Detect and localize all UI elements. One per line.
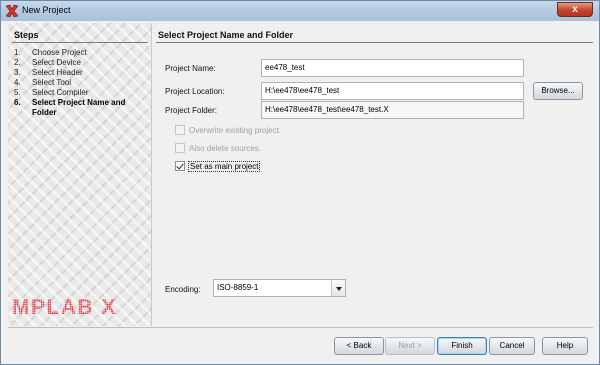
project-form-panel: Select Project Name and Folder Project N… — [153, 23, 593, 326]
step-item-current: 6. Select Project Name and Folder — [14, 98, 148, 118]
step-label: Select Project Name and Folder — [32, 98, 126, 117]
mplabx-logo: MPLAB X — [12, 296, 117, 317]
step-item: 5. Select Compiler — [14, 88, 148, 98]
step-label: Select Header — [32, 68, 83, 77]
step-label: Select Compiler — [32, 88, 89, 97]
close-icon: x — [572, 4, 578, 15]
new-project-dialog: New Project x Steps 1. Choose Project 2. S… — [0, 0, 600, 365]
chevron-down-icon[interactable] — [331, 280, 345, 296]
encoding-select[interactable]: ISO-8859-1 — [213, 279, 346, 297]
main-project-option[interactable]: Set as main project — [175, 160, 261, 172]
cancel-button[interactable]: Cancel — [489, 337, 535, 355]
panel-divider — [156, 42, 593, 43]
finish-button[interactable]: Finish — [437, 337, 487, 355]
dialog-body: Steps 1. Choose Project 2. Select Device 3… — [8, 23, 593, 359]
main-project-checkbox[interactable] — [175, 161, 185, 171]
steps-panel: Steps 1. Choose Project 2. Select Device 3… — [8, 23, 152, 326]
step-item: 3. Select Header — [14, 68, 148, 78]
netbeans-x-icon — [5, 4, 19, 18]
project-name-input[interactable]: ee478_test — [261, 59, 524, 77]
overwrite-option: Overwrite existing project. — [175, 125, 281, 135]
browse-button[interactable]: Browse... — [533, 82, 583, 100]
project-name-label: Project Name: — [165, 64, 216, 73]
steps-list: 1. Choose Project 2. Select Device 3. Selec… — [14, 48, 148, 118]
step-item: 1. Choose Project — [14, 48, 148, 58]
window-title: New Project — [22, 5, 71, 15]
next-button[interactable]: Next > — [385, 337, 435, 355]
panel-heading: Select Project Name and Folder — [158, 30, 294, 40]
title-bar[interactable]: New Project x — [1, 1, 599, 21]
delete-sources-option: Also delete sources. — [175, 143, 261, 153]
project-folder-field: H:\ee478\ee478_test\ee478_test.X — [261, 101, 524, 119]
button-bar-divider — [8, 327, 593, 328]
overwrite-label: Overwrite existing project. — [189, 125, 282, 135]
encoding-label: Encoding: — [165, 285, 201, 294]
step-item: 2. Select Device — [14, 58, 148, 68]
delete-sources-checkbox — [175, 143, 185, 153]
project-folder-label: Project Folder: — [165, 106, 218, 115]
project-location-label: Project Location: — [165, 87, 225, 96]
encoding-value: ISO-8859-1 — [217, 283, 259, 292]
help-button[interactable]: Help — [542, 337, 588, 355]
main-project-label[interactable]: Set as main project — [187, 160, 261, 172]
back-button[interactable]: < Back — [334, 337, 384, 355]
close-button[interactable]: x — [557, 2, 593, 17]
svg-text:MPLAB X: MPLAB X — [12, 296, 117, 317]
steps-heading: Steps — [14, 30, 39, 40]
step-item: 4. Select Tool — [14, 78, 148, 88]
step-label: Select Tool — [32, 78, 71, 87]
step-label: Select Device — [32, 58, 81, 67]
project-location-input[interactable]: H:\ee478\ee478_test — [261, 82, 524, 100]
steps-divider — [12, 42, 148, 43]
delete-sources-label: Also delete sources. — [189, 143, 262, 153]
overwrite-checkbox — [175, 125, 185, 135]
step-label: Choose Project — [32, 48, 87, 57]
